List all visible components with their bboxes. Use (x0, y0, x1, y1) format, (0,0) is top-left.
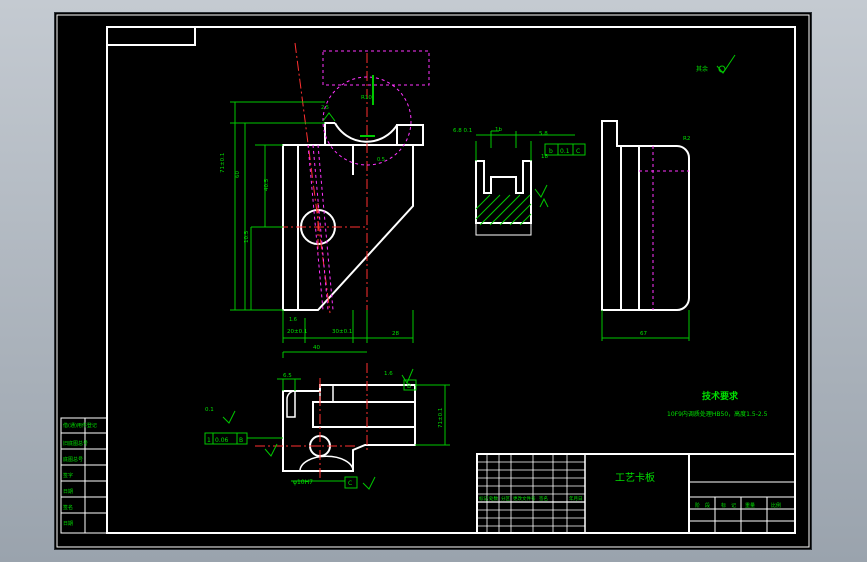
dim-side-1b: 1b (495, 127, 502, 133)
dim-side-5-8: 5.8 (539, 131, 548, 137)
dim-main-0-5: 0.5 (377, 157, 385, 163)
title-table-change: 更改文件号 (513, 495, 536, 502)
side-view: 6.8 0.1 1b 5.8 18 b 0.1 C (453, 127, 586, 236)
right-table-cell-1: 阶 (695, 502, 700, 509)
drawing-sheet: 借(通)用件登记 旧底图总号 底图总号 签字 日期 签名 日期 工艺卡板 标记 … (54, 12, 812, 550)
title-table-sign: 签名 (539, 495, 548, 502)
dim-main-r10: R10 (361, 95, 372, 101)
tol-side-01: 0.1 (560, 148, 570, 155)
dim-main-40: 40 (313, 345, 320, 351)
datum-c-label: C (348, 480, 352, 487)
bottom-view-slot (312, 401, 416, 428)
dim-main-1-6: 1.6 (289, 317, 297, 323)
main-view: 71±0.1 60 40.5 10.5 20±0.1 30±0.1 28 40 … (220, 42, 430, 358)
dim-bottom-hole: φ10H7 (293, 479, 313, 486)
left-table-row-3: 底图总号 (63, 456, 83, 463)
left-table-row-2: 旧底图总号 (63, 440, 88, 447)
tol-bottom-006: 0.06 (215, 437, 229, 444)
dim-main-20: 20±0.1 (287, 329, 307, 335)
dim-bottom-71: 71±0.1 (438, 408, 444, 428)
tech-req-text: 10F9内调质处理HB50，高度1.5-2.5 (667, 410, 768, 418)
tol-bottom-1: 1 (207, 437, 211, 444)
left-table-row-6: 签名 (63, 504, 73, 511)
app-window: 借(通)用件登记 旧底图总号 底图总号 签字 日期 签名 日期 工艺卡板 标记 … (0, 0, 867, 562)
dim-bottom-1-6: 1.6 (384, 371, 393, 377)
right-table-cell-3: 标 (721, 502, 726, 509)
main-view-hidden-top (322, 50, 430, 86)
title-block: 工艺卡板 标记 处数 分区 更改文件号 签名 年月日 阶 段 标 记 重量 比例 (476, 453, 796, 534)
right-view: 67 R2 (601, 120, 690, 341)
left-side-table: 借(通)用件登记 旧底图总号 底图总号 签字 日期 签名 日期 (60, 417, 108, 534)
roughness-other-label: 其余 (696, 65, 708, 73)
tol-bottom-b: B (239, 437, 243, 444)
right-table-cell-6: 比例 (771, 502, 781, 509)
top-left-tag (106, 26, 196, 46)
dim-main-30: 30±0.1 (332, 329, 352, 335)
cad-drawing: 借(通)用件登记 旧底图总号 底图总号 签字 日期 签名 日期 工艺卡板 标记 … (56, 14, 810, 548)
right-table-cell-4: 记 (731, 502, 736, 509)
title-table-mark: 标记 (479, 495, 488, 502)
datum-b-label: B (407, 383, 411, 390)
tol-side-b: b (549, 148, 553, 155)
dim-bottom-0-1: 0.1 (205, 407, 214, 413)
dim-bottom-6-5: 6.5 (283, 373, 292, 379)
drawing-name: 工艺卡板 (615, 471, 655, 484)
left-table-row-5: 日期 (63, 489, 73, 495)
title-table-zone: 分区 (501, 495, 510, 502)
right-table-cell-5: 重量 (745, 502, 755, 509)
outer-border (56, 14, 810, 548)
left-table-row-4: 签字 (63, 472, 73, 479)
left-table-row-7: 日期 (63, 521, 73, 527)
tech-req-heading: 技术要求 (702, 390, 739, 402)
title-table-count: 处数 (489, 495, 498, 502)
tol-side-c: C (576, 148, 580, 155)
dim-right-67: 67 (640, 331, 647, 337)
dim-main-71: 71±0.1 (220, 153, 226, 173)
left-table-row-1: 借(通)用件登记 (63, 422, 97, 429)
dim-main-60: 60 (235, 171, 241, 178)
dim-main-40-5: 40.5 (264, 178, 270, 191)
dim-right-r2: R2 (683, 136, 690, 142)
right-table-cell-2: 段 (705, 502, 710, 509)
bottom-view: 71±0.1 1.6 B 6.5 0.1 1 0.06 B φ10H7 C (204, 363, 450, 490)
dim-side-6-8: 6.8 0.1 (453, 128, 472, 134)
dim-main-10-5: 10.5 (244, 230, 250, 243)
dim-main-2-5: 2.5 (321, 105, 329, 111)
inner-border (106, 26, 796, 534)
title-table-date: 年月日 (569, 495, 583, 502)
dim-main-28: 28 (392, 331, 399, 337)
side-view-hatch (475, 194, 532, 226)
